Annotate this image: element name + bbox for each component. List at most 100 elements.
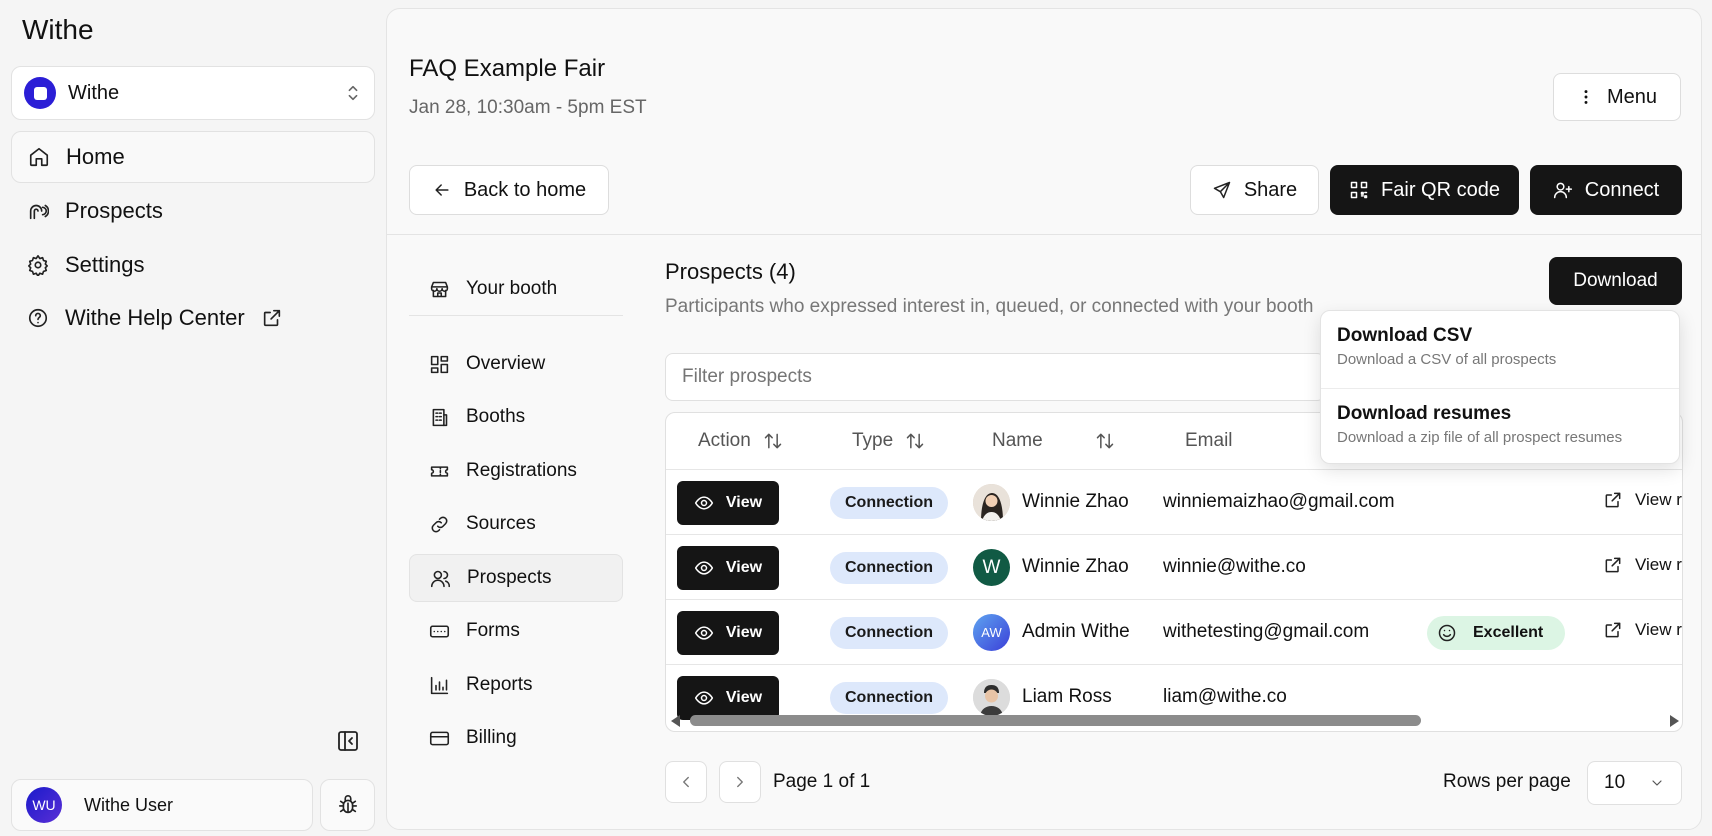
scrollbar-thumb[interactable]	[690, 715, 1421, 726]
users-icon	[430, 570, 451, 587]
store-icon	[430, 281, 449, 297]
more-vertical-icon	[1584, 90, 1588, 104]
report-bug-button[interactable]	[320, 779, 375, 831]
scroll-left-icon[interactable]	[671, 715, 680, 727]
connect-button[interactable]: Connect	[1530, 165, 1682, 215]
subnav-label: Overview	[466, 353, 546, 374]
form-icon	[429, 624, 450, 638]
sidebar-item-settings[interactable]: Settings	[11, 239, 375, 291]
org-logo-icon	[24, 77, 56, 109]
prospect-name: Winnie Zhao	[1022, 491, 1129, 512]
column-header-email[interactable]: Email	[1185, 413, 1233, 469]
external-link-icon	[1605, 492, 1621, 508]
type-badge: Connection	[830, 617, 948, 649]
subnav-label: Reports	[466, 674, 533, 695]
subnav-label: Your booth	[466, 278, 558, 299]
subnav-item-booths[interactable]: Booths	[409, 393, 623, 441]
sidebar-item-label: Home	[66, 144, 125, 169]
subnav-item-forms[interactable]: Forms	[409, 607, 623, 655]
table-row: View Connection AW Admin Withe withetest…	[666, 599, 1682, 664]
column-header-name[interactable]: Name	[992, 413, 1115, 469]
download-csv-menu-item[interactable]: Download CSV Download a CSV of all prosp…	[1321, 311, 1679, 387]
building-icon	[432, 408, 448, 426]
sidebar-item-label: Withe Help Center	[65, 305, 245, 330]
column-label: Name	[992, 430, 1043, 451]
filter-prospects-input[interactable]	[665, 353, 1325, 401]
subnav-item-overview[interactable]: Overview	[409, 340, 623, 388]
subnav-item-sources[interactable]: Sources	[409, 500, 623, 548]
view-button[interactable]: View	[677, 546, 779, 590]
view-button[interactable]: View	[677, 481, 779, 525]
subnav-item-your-booth[interactable]: Your booth	[409, 265, 623, 313]
share-button-label: Share	[1243, 178, 1298, 201]
chevron-left-icon	[683, 776, 689, 788]
org-switcher[interactable]: Withe	[11, 66, 375, 120]
subnav-item-registrations[interactable]: Registrations	[409, 447, 623, 495]
org-switcher-label: Withe	[68, 81, 120, 104]
column-label: Email	[1185, 430, 1233, 451]
horizontal-scrollbar[interactable]	[666, 707, 1682, 731]
subnav-label: Booths	[466, 406, 526, 427]
view-resume-link[interactable]: View r	[1603, 555, 1682, 575]
view-resume-link[interactable]: View r	[1603, 620, 1682, 640]
view-button-label: View	[725, 559, 763, 576]
download-button[interactable]: Download	[1549, 257, 1682, 305]
back-to-home-button[interactable]: Back to home	[409, 165, 609, 215]
chevron-up-down-icon	[348, 85, 358, 101]
subnav-item-billing[interactable]: Billing	[409, 714, 623, 762]
external-link-icon	[1605, 557, 1621, 573]
user-plus-icon	[1553, 182, 1572, 199]
avatar: WU	[26, 787, 62, 823]
avatar: W	[973, 549, 1010, 586]
column-header-action[interactable]: Action	[698, 413, 783, 469]
sidebar-item-label: Prospects	[65, 198, 163, 223]
chevron-right-icon	[737, 776, 743, 788]
column-header-type[interactable]: Type	[852, 413, 925, 469]
sidebar-item-label: Settings	[65, 252, 145, 277]
sidebar-item-prospects[interactable]: Prospects	[11, 185, 375, 237]
collapse-sidebar-icon[interactable]	[336, 729, 360, 753]
menu-button[interactable]: Menu	[1553, 73, 1681, 121]
sort-icon	[1096, 433, 1113, 449]
share-button[interactable]: Share	[1190, 165, 1319, 215]
scroll-right-icon[interactable]	[1670, 715, 1679, 727]
column-label: Action	[698, 430, 751, 451]
user-name: Withe User	[84, 794, 174, 815]
bar-chart-icon	[430, 676, 449, 694]
subnav-item-prospects[interactable]: Prospects	[409, 554, 623, 602]
avatar	[973, 484, 1010, 521]
menu-item-title: Download resumes	[1337, 403, 1512, 424]
rows-per-page-select[interactable]: 10	[1587, 761, 1682, 805]
previous-page-button[interactable]	[665, 761, 707, 803]
table-row: View Connection Winnie Zhao winniemaizha…	[666, 469, 1682, 534]
prospect-email: winniemaizhao@gmail.com	[1163, 491, 1395, 512]
page-info: Page 1 of 1	[773, 771, 871, 792]
rows-per-page-label: Rows per page	[1443, 771, 1571, 792]
home-icon	[29, 147, 49, 167]
external-link-icon	[1605, 622, 1621, 638]
user-menu[interactable]: WU Withe User	[11, 779, 313, 831]
rating-label: Excellent	[1473, 624, 1544, 641]
link-icon	[431, 516, 448, 532]
page-title: FAQ Example Fair	[409, 55, 606, 82]
download-resumes-menu-item[interactable]: Download resumes Download a zip file of …	[1321, 389, 1679, 463]
prospect-email: liam@withe.co	[1163, 686, 1287, 707]
type-badge: Connection	[830, 487, 948, 519]
menu-item-title: Download CSV	[1337, 325, 1473, 346]
prospect-email: withetesting@gmail.com	[1163, 621, 1370, 642]
view-resume-link[interactable]: View r	[1603, 490, 1682, 510]
next-page-button[interactable]	[719, 761, 761, 803]
avatar: AW	[973, 614, 1010, 651]
rating-badge: Excellent	[1427, 616, 1565, 650]
sidebar-item-home[interactable]: Home	[11, 131, 375, 183]
sidebar-item-help-center[interactable]: Withe Help Center	[11, 292, 375, 344]
menu-item-description: Download a zip file of all prospect resu…	[1337, 429, 1623, 446]
type-badge: Connection	[830, 552, 948, 584]
header-divider	[387, 234, 1701, 235]
subnav-item-reports[interactable]: Reports	[409, 661, 623, 709]
fair-qr-code-button[interactable]: Fair QR code	[1330, 165, 1519, 215]
qr-button-label: Fair QR code	[1381, 178, 1500, 201]
menu-item-description: Download a CSV of all prospects	[1337, 351, 1557, 368]
dashboard-icon	[430, 355, 449, 373]
view-button[interactable]: View	[677, 611, 779, 655]
